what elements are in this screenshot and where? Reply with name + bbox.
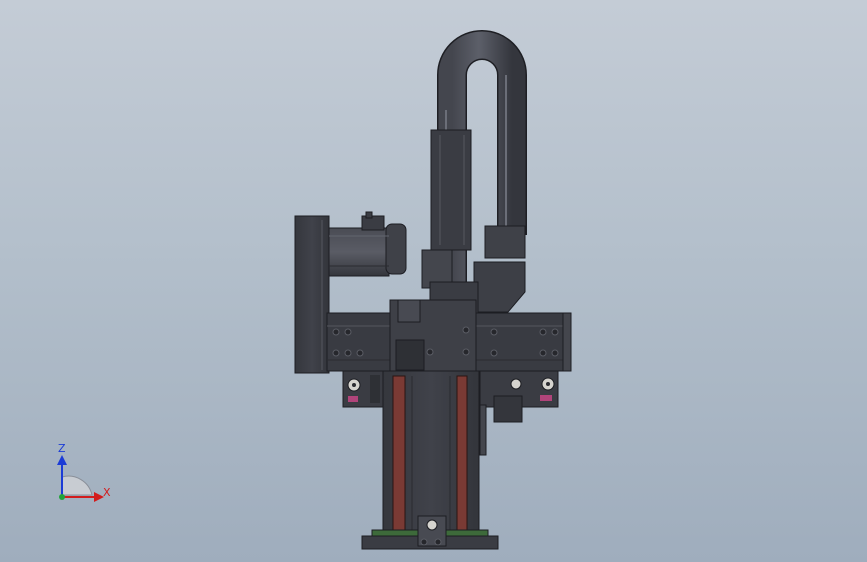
- origin-dot: [59, 494, 65, 500]
- carriage-block: [389, 299, 477, 376]
- motor-mount-plate: [294, 215, 330, 374]
- triad-plane-arc: [61, 475, 93, 496]
- left-sensor-bracket: [342, 370, 384, 408]
- orientation-triad: Z X: [40, 435, 130, 515]
- cad-viewport[interactable]: Z X: [0, 0, 867, 562]
- z-axis-label: Z: [58, 442, 66, 455]
- z-axis-arrow-icon: [57, 455, 67, 465]
- right-sensor-bracket: [479, 370, 559, 456]
- servo-motor: [328, 211, 407, 277]
- x-axis-label: X: [103, 486, 111, 499]
- robot-arm-model[interactable]: [0, 0, 867, 562]
